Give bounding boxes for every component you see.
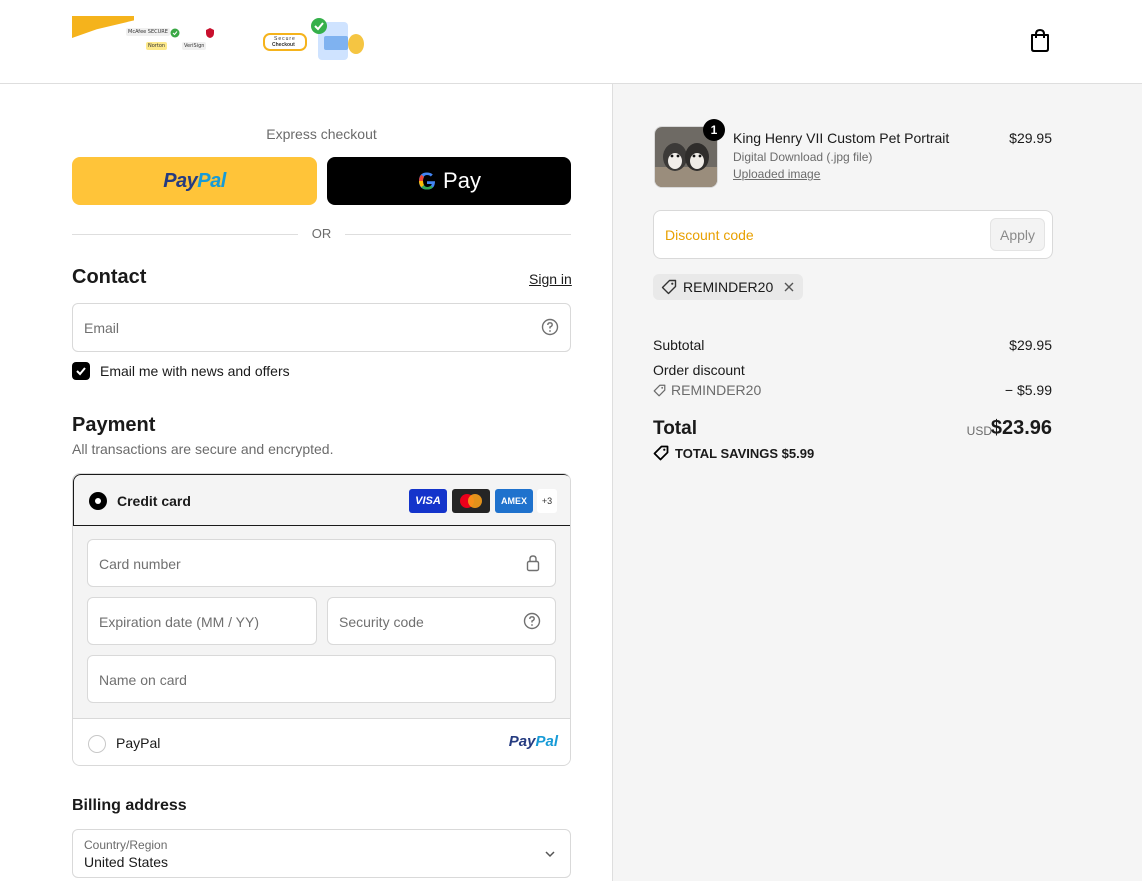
help-icon[interactable] bbox=[523, 612, 541, 630]
newsletter-label: Email me with news and offers bbox=[100, 363, 290, 379]
trust-badge: Norton bbox=[146, 42, 168, 50]
product-thumbnail: 1 bbox=[654, 119, 725, 188]
subtotal-value: $29.95 bbox=[1009, 337, 1052, 353]
paypal-option-label: PayPal bbox=[116, 735, 161, 751]
billing-heading: Billing address bbox=[72, 797, 187, 814]
apply-button[interactable]: Apply bbox=[990, 218, 1045, 251]
credit-card-label: Credit card bbox=[117, 493, 191, 509]
secure-checkout-illustration: Secure Checkout bbox=[262, 16, 366, 64]
trust-badge: VeriSign bbox=[182, 42, 207, 50]
discount-code-text: REMINDER20 bbox=[671, 382, 762, 398]
lock-icon bbox=[526, 555, 540, 572]
total-savings: TOTAL SAVINGS $5.99 bbox=[653, 445, 814, 461]
country-value: United States bbox=[84, 854, 169, 870]
discount-placeholder: Discount code bbox=[665, 227, 754, 243]
credit-card-option[interactable]: Credit card VISA AMEX +3 bbox=[73, 474, 570, 526]
card-number-field[interactable]: Card number bbox=[87, 539, 556, 587]
country-select[interactable]: Country/Region United States bbox=[72, 829, 571, 878]
paypal-logo-part: Pay bbox=[508, 733, 536, 750]
paypal-express-button[interactable]: PayPal bbox=[72, 157, 317, 205]
cart-button[interactable] bbox=[1026, 26, 1054, 54]
more-cards-badge: +3 bbox=[537, 489, 557, 513]
total-value: $23.96 bbox=[990, 417, 1052, 439]
email-placeholder: Email bbox=[84, 320, 120, 336]
or-divider: OR bbox=[72, 224, 571, 244]
discount-code-field[interactable]: Discount code Apply bbox=[653, 210, 1053, 259]
paypal-logo-part: Pal bbox=[197, 169, 226, 192]
total-savings-text: TOTAL SAVINGS $5.99 bbox=[675, 445, 815, 461]
paypal-logo: PayPal bbox=[163, 170, 226, 193]
tag-icon bbox=[653, 384, 666, 396]
remove-discount-icon[interactable] bbox=[783, 281, 795, 293]
credit-card-radio[interactable] bbox=[89, 492, 107, 510]
newsletter-checkbox[interactable] bbox=[72, 362, 90, 380]
express-checkout-label: Express checkout bbox=[266, 126, 377, 142]
amex-icon: AMEX bbox=[495, 489, 533, 513]
check-badge-icon bbox=[170, 28, 180, 38]
card-number-placeholder: Card number bbox=[99, 556, 181, 572]
google-g-icon bbox=[419, 172, 436, 190]
trust-badges: McAfee SECURE Norton VeriSign bbox=[126, 26, 238, 58]
tag-icon bbox=[661, 279, 677, 295]
subtotal-label: Subtotal bbox=[653, 337, 705, 353]
order-discount-label: Order discount bbox=[653, 362, 745, 378]
tag-icon bbox=[653, 445, 669, 461]
paypal-logo-part: Pal bbox=[535, 733, 558, 750]
product-price: $29.95 bbox=[1009, 130, 1052, 146]
country-label: Country/Region bbox=[84, 838, 168, 852]
product-title: King Henry VII Custom Pet Portrait bbox=[733, 130, 950, 146]
applied-discount-code: REMINDER20 bbox=[683, 279, 774, 295]
email-field[interactable]: Email bbox=[72, 303, 571, 352]
gpay-label: Pay bbox=[443, 168, 481, 193]
payment-subtitle: All transactions are secure and encrypte… bbox=[72, 441, 334, 457]
chevron-down-icon bbox=[545, 851, 555, 858]
security-code-field[interactable]: Security code bbox=[327, 597, 556, 645]
contact-heading: Contact bbox=[72, 266, 147, 288]
newsletter-row: Email me with news and offers bbox=[72, 361, 290, 381]
mastercard-icon bbox=[452, 489, 490, 513]
name-on-card-field[interactable]: Name on card bbox=[87, 655, 556, 703]
discount-code-line: REMINDER20 bbox=[653, 382, 761, 398]
security-placeholder: Security code bbox=[339, 614, 424, 630]
payment-heading: Payment bbox=[72, 414, 156, 436]
header: McAfee SECURE Norton VeriSign Secure Che… bbox=[0, 0, 1142, 84]
paypal-logo: PayPal bbox=[509, 733, 558, 750]
divider-line bbox=[345, 234, 571, 235]
google-pay-button[interactable]: Pay bbox=[327, 157, 571, 205]
trust-badge: McAfee SECURE bbox=[126, 28, 170, 36]
checkmark-icon bbox=[76, 367, 86, 376]
checkout-label: Checkout bbox=[272, 42, 295, 48]
shield-badge-icon bbox=[206, 28, 214, 38]
checkout-form: Express checkout PayPal Pay OR Contact S… bbox=[0, 84, 612, 881]
store-logo[interactable] bbox=[72, 16, 134, 38]
uploaded-image-link[interactable]: Uploaded image bbox=[733, 167, 820, 181]
total-label: Total bbox=[653, 418, 697, 439]
quantity-badge: 1 bbox=[703, 119, 725, 141]
expiration-date-field[interactable]: Expiration date (MM / YY) bbox=[87, 597, 317, 645]
paypal-option[interactable]: PayPal PayPal bbox=[73, 718, 570, 765]
gpay-logo: Pay bbox=[417, 168, 481, 194]
currency-code: USD bbox=[966, 424, 992, 438]
payment-methods: Credit card VISA AMEX +3 Card number Exp… bbox=[72, 473, 571, 766]
expiration-placeholder: Expiration date (MM / YY) bbox=[99, 614, 260, 630]
shopping-bag-icon bbox=[1031, 28, 1049, 52]
product-variant: Digital Download (.jpg file) bbox=[733, 150, 873, 164]
paypal-radio[interactable] bbox=[88, 735, 106, 753]
applied-discount-chip: REMINDER20 bbox=[653, 274, 804, 300]
paypal-logo-part: Pay bbox=[163, 169, 198, 192]
sign-in-link[interactable]: Sign in bbox=[529, 271, 572, 287]
discount-value: − $5.99 bbox=[1004, 382, 1052, 398]
order-summary: 1 King Henry VII Custom Pet Portrait Dig… bbox=[612, 84, 1142, 881]
name-on-card-placeholder: Name on card bbox=[99, 672, 187, 688]
visa-icon: VISA bbox=[409, 489, 447, 513]
help-icon[interactable] bbox=[541, 318, 559, 336]
